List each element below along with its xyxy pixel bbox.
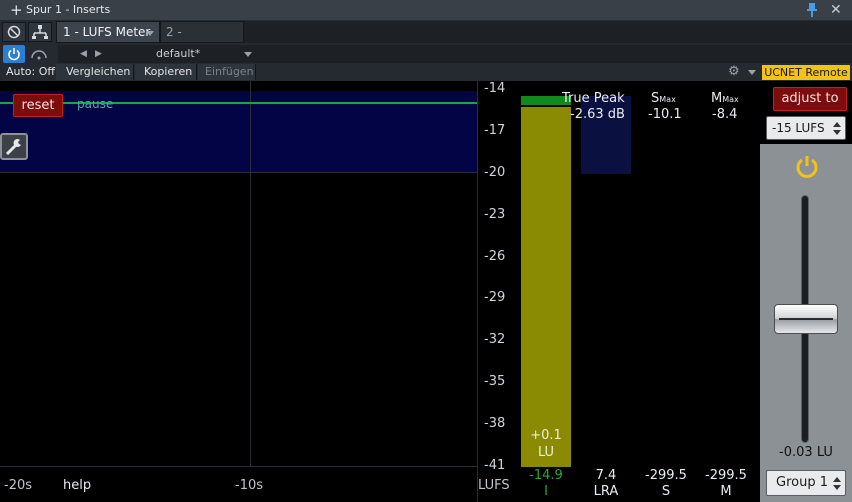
fader-knob-line (779, 318, 833, 320)
fader-value: -0.03 LU (779, 445, 833, 460)
compare-bar: Auto: Off Vergleichen Kopieren Einfügen … (0, 64, 852, 81)
gear-icon[interactable]: ⚙ (728, 64, 740, 80)
y-tick-label: -35 (484, 374, 506, 390)
group-value: Group 1 (776, 475, 828, 490)
x-axis-label: -10s (235, 478, 264, 493)
m-max-sub: Max (722, 95, 739, 104)
paste-label: Einfügen (205, 65, 254, 78)
preset-bar-empty (256, 45, 852, 63)
help-button[interactable]: help (63, 478, 91, 493)
routing-icon (32, 25, 48, 39)
target-loudness-line (0, 102, 477, 104)
plugin-power-button[interactable] (3, 45, 25, 63)
short-term-label: S (661, 484, 671, 499)
spin-down-icon[interactable] (833, 485, 841, 490)
pause-button[interactable]: pause (77, 97, 113, 111)
grid-line (0, 172, 477, 173)
y-tick-label: -38 (484, 416, 506, 432)
tab-label: 1 - LUFS Meter (63, 25, 151, 39)
target-lufs-value: -15 LUFS (772, 121, 825, 135)
m-max-letter: M (711, 91, 723, 106)
integrated-loudness-bar (521, 106, 571, 467)
y-tick-label: -14 (484, 81, 506, 96)
x-axis-label: -20s (4, 478, 33, 493)
spin-up-icon[interactable] (833, 122, 841, 127)
target-panel: adjust to -15 LUFS -0.03 LU Group 1 (760, 81, 852, 502)
lra-label: LRA (593, 484, 619, 499)
add-icon[interactable]: + (10, 0, 23, 20)
bypass-icon (7, 25, 21, 39)
preset-name: default* (156, 47, 201, 60)
pin-icon[interactable] (806, 3, 818, 17)
y-tick-label: -23 (484, 206, 506, 222)
momentary-value: -299.5 (705, 468, 747, 483)
settings-button[interactable] (0, 133, 28, 160)
tab-mcompare[interactable]: 2 - MCompare (160, 21, 244, 60)
group-select[interactable]: Group 1 (766, 470, 846, 496)
tab-bar-empty (244, 21, 852, 43)
y-tick-label: -17 (484, 122, 506, 138)
next-preset-icon[interactable]: ▶ (95, 45, 102, 63)
y-tick-label: -26 (484, 248, 506, 264)
sidechain-icon[interactable] (30, 48, 48, 60)
spin-up-icon[interactable] (833, 477, 841, 482)
wrench-icon (5, 138, 21, 156)
automation-status[interactable]: Auto: Off (6, 64, 55, 80)
s-max-label: SMax (651, 91, 676, 106)
chevron-down-icon[interactable] (244, 52, 252, 57)
fader-knob[interactable] (774, 304, 838, 334)
chevron-down-icon[interactable] (748, 70, 756, 75)
routing-button[interactable] (28, 22, 52, 42)
reset-button[interactable]: reset (13, 94, 63, 117)
integrated-label: I (544, 484, 548, 499)
y-tick-label: -20 (484, 164, 506, 180)
y-tick-label: -32 (484, 332, 506, 348)
y-tick-label: -41 (484, 458, 506, 473)
window-title: Spur 1 - Inserts (26, 3, 111, 16)
copy-button[interactable]: Kopieren (135, 64, 197, 80)
prev-preset-icon[interactable]: ◀ (80, 45, 87, 63)
integrated-relative-value: +0.1 (530, 428, 562, 443)
m-max-value: -8.4 (712, 107, 738, 122)
momentary-label: M (720, 484, 732, 499)
tab-lufs-meter[interactable]: 1 - LUFS Meter (56, 21, 160, 43)
short-term-value: -299.5 (645, 468, 687, 483)
chevron-down-icon[interactable] (146, 31, 154, 36)
power-icon (8, 48, 20, 61)
plugin-tab-bar: 1 - LUFS Meter 2 - MCompare (0, 20, 852, 60)
y-tick-label: -29 (484, 290, 506, 306)
s-max-sub: Max (659, 95, 676, 104)
scale-unit-label: LUFS (478, 478, 510, 493)
true-peak-label: True Peak (562, 91, 625, 106)
grid-line (0, 466, 477, 467)
title-bar: + Spur 1 - Inserts ✕ (0, 0, 852, 20)
close-icon[interactable]: ✕ (830, 0, 842, 20)
bypass-all-button[interactable] (2, 22, 26, 42)
preset-selector[interactable]: ◀ ▶ default* (58, 45, 256, 63)
true-peak-value: -2.63 dB (570, 107, 625, 122)
lufs-meter-display: reset pause -20s help -10s LUFS -14 -17 -2… (0, 81, 852, 502)
copy-label: Kopieren (144, 65, 193, 78)
integrated-relative-unit: LU (537, 445, 555, 460)
grid-line (250, 81, 251, 466)
integrated-value: -14.9 (529, 468, 563, 483)
lra-value: 7.4 (595, 468, 617, 483)
grid-line (477, 81, 478, 502)
m-max-label: MMax (711, 91, 739, 106)
power-icon[interactable] (793, 153, 821, 181)
compare-button[interactable]: Vergleichen (56, 64, 134, 80)
ucnet-remote-badge[interactable]: UCNET Remote (762, 65, 850, 80)
s-max-value: -10.1 (648, 107, 682, 122)
target-lufs-select[interactable]: -15 LUFS (766, 116, 846, 140)
preset-bar: ◀ ▶ default* (0, 44, 852, 64)
adjust-to-button[interactable]: adjust to (773, 87, 847, 111)
paste-button[interactable]: Einfügen (198, 64, 256, 80)
compare-label: Vergleichen (66, 65, 131, 78)
spin-down-icon[interactable] (833, 130, 841, 135)
